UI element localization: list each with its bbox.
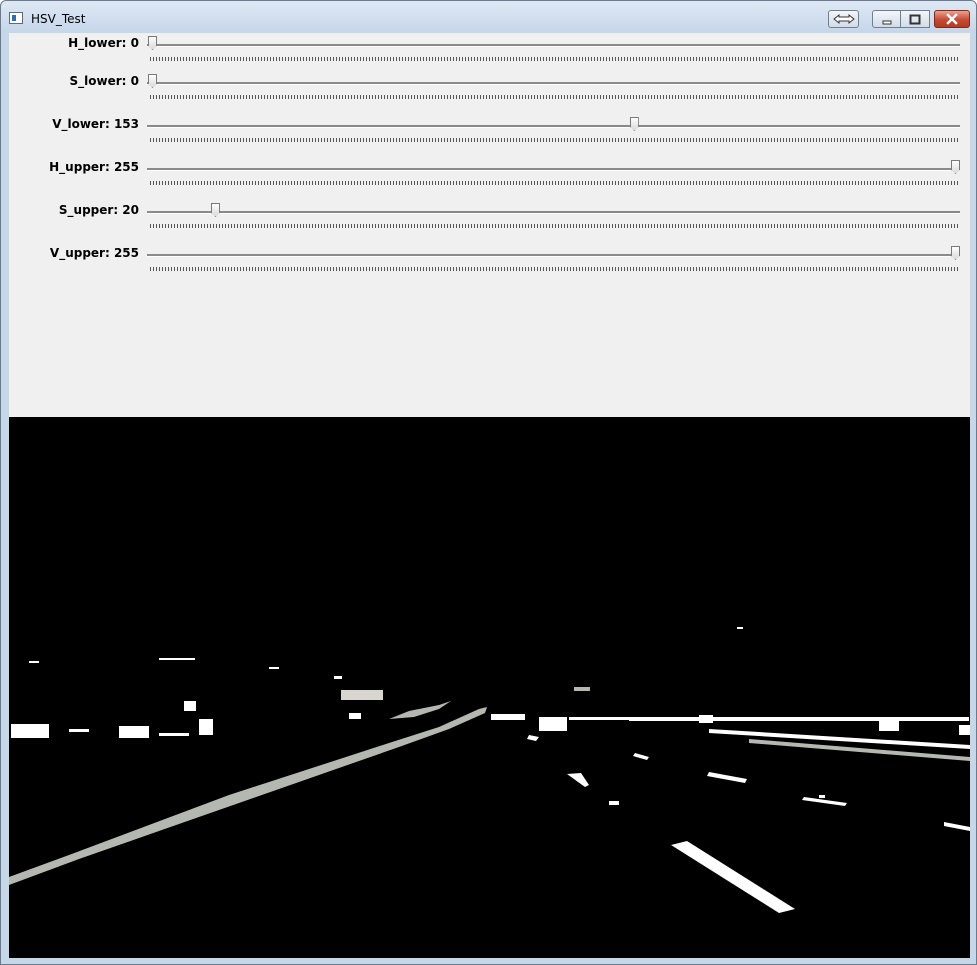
trackbar-ticks bbox=[150, 95, 960, 99]
app-icon bbox=[9, 12, 23, 24]
trackbar-row: H_lower: 0 bbox=[9, 33, 970, 73]
thresholded-image-view bbox=[9, 417, 970, 958]
title-bar[interactable]: HSV_Test bbox=[1, 1, 976, 33]
client-area: H_lower: 0 S_lower: 0 V_lower: 153 H_upper:… bbox=[9, 33, 970, 958]
trackbar-track[interactable] bbox=[147, 211, 960, 214]
trackbar-row: H_upper: 255 bbox=[9, 157, 970, 197]
minimize-icon bbox=[882, 20, 891, 25]
resize-button[interactable] bbox=[828, 10, 859, 28]
trackbar-row: V_lower: 153 bbox=[9, 114, 970, 154]
trackbar-label: V_lower: 153 bbox=[52, 117, 139, 131]
trackbar-row: S_upper: 20 bbox=[9, 200, 970, 240]
trackbar-ticks bbox=[150, 57, 960, 61]
maximize-button[interactable] bbox=[901, 10, 930, 28]
double-arrow-icon bbox=[832, 13, 855, 25]
close-button[interactable] bbox=[934, 10, 970, 28]
app-window: HSV_Test H_lower: 0 S_lower: 0 V_lower: 15… bbox=[0, 0, 977, 965]
trackbar-thumb[interactable] bbox=[148, 74, 157, 88]
window-title: HSV_Test bbox=[31, 12, 86, 26]
trackbar-track[interactable] bbox=[147, 168, 960, 171]
trackbar-track[interactable] bbox=[147, 254, 960, 257]
trackbar-thumb[interactable] bbox=[148, 36, 157, 50]
trackbar-thumb[interactable] bbox=[629, 117, 639, 131]
trackbar-label: H_upper: 255 bbox=[49, 160, 139, 174]
trackbar-label: S_upper: 20 bbox=[58, 203, 139, 217]
trackbar-thumb[interactable] bbox=[951, 246, 960, 260]
trackbar-label: H_lower: 0 bbox=[68, 36, 139, 50]
trackbar-row: V_upper: 255 bbox=[9, 243, 970, 283]
trackbar-ticks bbox=[150, 181, 960, 185]
trackbar-track[interactable] bbox=[147, 125, 960, 128]
trackbar-row: S_lower: 0 bbox=[9, 71, 970, 111]
trackbar-track[interactable] bbox=[147, 82, 960, 85]
minimize-button[interactable] bbox=[872, 10, 901, 28]
close-icon bbox=[946, 13, 958, 25]
trackbar-thumb[interactable] bbox=[210, 203, 220, 217]
trackbar-thumb[interactable] bbox=[951, 160, 960, 174]
trackbar-label: V_upper: 255 bbox=[49, 246, 139, 260]
threshold-mask-image bbox=[9, 417, 970, 958]
trackbar-ticks bbox=[150, 138, 960, 142]
trackbar-ticks bbox=[150, 267, 960, 271]
trackbar-ticks bbox=[150, 224, 960, 228]
trackbar-track[interactable] bbox=[147, 44, 960, 47]
trackbar-label: S_lower: 0 bbox=[69, 74, 139, 88]
maximize-icon bbox=[909, 14, 921, 25]
